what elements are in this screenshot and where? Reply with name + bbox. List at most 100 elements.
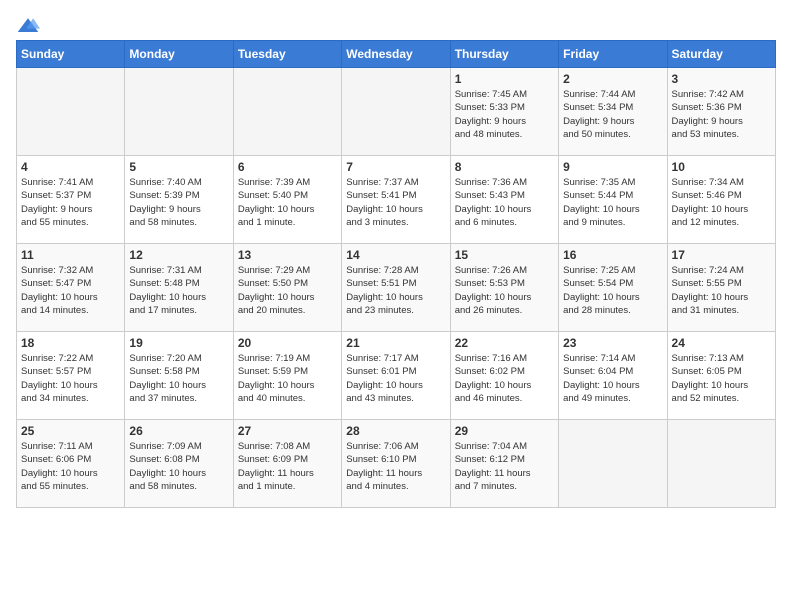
day-number: 16 xyxy=(563,248,662,262)
header-monday: Monday xyxy=(125,41,233,68)
calendar-cell: 5Sunrise: 7:40 AM Sunset: 5:39 PM Daylig… xyxy=(125,156,233,244)
calendar-cell: 25 Sunrise: 7:11 AM Sunset: 6:06 PM Dayli… xyxy=(17,420,125,508)
day-info: Sunrise: 7:41 AM Sunset: 5:37 PM Dayligh… xyxy=(21,176,120,229)
calendar-cell: 27 Sunrise: 7:08 AM Sunset: 6:09 PM Dayli… xyxy=(233,420,341,508)
calendar-cell xyxy=(342,68,450,156)
logo xyxy=(16,16,44,36)
calendar-cell xyxy=(233,68,341,156)
calendar-cell: 18Sunrise: 7:22 AM Sunset: 5:57 PM Dayli… xyxy=(17,332,125,420)
calendar-cell: 21 Sunrise: 7:17 AM Sunset: 6:01 PM Dayli… xyxy=(342,332,450,420)
header-thursday: Thursday xyxy=(450,41,558,68)
day-number: 15 xyxy=(455,248,554,262)
day-info: Sunrise: 7:34 AM Sunset: 5:46 PM Dayligh… xyxy=(672,176,771,229)
calendar-cell: 3 Sunrise: 7:42 AM Sunset: 5:36 PM Daylig… xyxy=(667,68,775,156)
calendar-header-row: SundayMondayTuesdayWednesdayThursdayFrid… xyxy=(17,41,776,68)
day-info: Sunrise: 7:32 AM Sunset: 5:47 PM Dayligh… xyxy=(21,264,120,317)
calendar-cell: 23 Sunrise: 7:14 AM Sunset: 6:04 PM Dayli… xyxy=(559,332,667,420)
calendar-cell: 7 Sunrise: 7:37 AM Sunset: 5:41 PM Daylig… xyxy=(342,156,450,244)
calendar-week-2: 11 Sunrise: 7:32 AM Sunset: 5:47 PM Dayli… xyxy=(17,244,776,332)
day-number: 3 xyxy=(672,72,771,86)
header-sunday: Sunday xyxy=(17,41,125,68)
day-number: 29 xyxy=(455,424,554,438)
calendar-cell: 11 Sunrise: 7:32 AM Sunset: 5:47 PM Dayli… xyxy=(17,244,125,332)
day-number: 4 xyxy=(21,160,120,174)
day-number: 27 xyxy=(238,424,337,438)
day-info: Sunrise: 7:42 AM Sunset: 5:36 PM Dayligh… xyxy=(672,88,771,141)
day-info: Sunrise: 7:36 AM Sunset: 5:43 PM Dayligh… xyxy=(455,176,554,229)
calendar-cell: 8 Sunrise: 7:36 AM Sunset: 5:43 PM Daylig… xyxy=(450,156,558,244)
day-info: Sunrise: 7:45 AM Sunset: 5:33 PM Dayligh… xyxy=(455,88,554,141)
calendar-cell: 6 Sunrise: 7:39 AM Sunset: 5:40 PM Daylig… xyxy=(233,156,341,244)
day-number: 12 xyxy=(129,248,228,262)
day-info: Sunrise: 7:25 AM Sunset: 5:54 PM Dayligh… xyxy=(563,264,662,317)
day-number: 1 xyxy=(455,72,554,86)
day-number: 25 xyxy=(21,424,120,438)
day-number: 19 xyxy=(129,336,228,350)
header-wednesday: Wednesday xyxy=(342,41,450,68)
day-info: Sunrise: 7:11 AM Sunset: 6:06 PM Dayligh… xyxy=(21,440,120,493)
calendar-cell: 16 Sunrise: 7:25 AM Sunset: 5:54 PM Dayli… xyxy=(559,244,667,332)
day-number: 6 xyxy=(238,160,337,174)
day-info: Sunrise: 7:09 AM Sunset: 6:08 PM Dayligh… xyxy=(129,440,228,493)
day-info: Sunrise: 7:19 AM Sunset: 5:59 PM Dayligh… xyxy=(238,352,337,405)
header-friday: Friday xyxy=(559,41,667,68)
day-number: 13 xyxy=(238,248,337,262)
day-info: Sunrise: 7:04 AM Sunset: 6:12 PM Dayligh… xyxy=(455,440,554,493)
day-number: 8 xyxy=(455,160,554,174)
calendar-cell: 12 Sunrise: 7:31 AM Sunset: 5:48 PM Dayli… xyxy=(125,244,233,332)
calendar-cell: 2 Sunrise: 7:44 AM Sunset: 5:34 PM Daylig… xyxy=(559,68,667,156)
day-info: Sunrise: 7:28 AM Sunset: 5:51 PM Dayligh… xyxy=(346,264,445,317)
day-info: Sunrise: 7:06 AM Sunset: 6:10 PM Dayligh… xyxy=(346,440,445,493)
day-info: Sunrise: 7:44 AM Sunset: 5:34 PM Dayligh… xyxy=(563,88,662,141)
day-number: 17 xyxy=(672,248,771,262)
day-number: 24 xyxy=(672,336,771,350)
calendar-table: SundayMondayTuesdayWednesdayThursdayFrid… xyxy=(16,40,776,508)
day-number: 2 xyxy=(563,72,662,86)
day-number: 21 xyxy=(346,336,445,350)
calendar-cell: 9 Sunrise: 7:35 AM Sunset: 5:44 PM Daylig… xyxy=(559,156,667,244)
day-number: 28 xyxy=(346,424,445,438)
day-info: Sunrise: 7:35 AM Sunset: 5:44 PM Dayligh… xyxy=(563,176,662,229)
calendar-cell: 29 Sunrise: 7:04 AM Sunset: 6:12 PM Dayli… xyxy=(450,420,558,508)
day-number: 10 xyxy=(672,160,771,174)
day-number: 20 xyxy=(238,336,337,350)
calendar-cell: 13 Sunrise: 7:29 AM Sunset: 5:50 PM Dayli… xyxy=(233,244,341,332)
logo-icon xyxy=(16,16,40,36)
day-info: Sunrise: 7:26 AM Sunset: 5:53 PM Dayligh… xyxy=(455,264,554,317)
calendar-cell: 1 Sunrise: 7:45 AM Sunset: 5:33 PM Daylig… xyxy=(450,68,558,156)
calendar-week-0: 1 Sunrise: 7:45 AM Sunset: 5:33 PM Daylig… xyxy=(17,68,776,156)
day-info: Sunrise: 7:31 AM Sunset: 5:48 PM Dayligh… xyxy=(129,264,228,317)
calendar-cell: 14Sunrise: 7:28 AM Sunset: 5:51 PM Dayli… xyxy=(342,244,450,332)
calendar-cell xyxy=(17,68,125,156)
calendar-week-4: 25 Sunrise: 7:11 AM Sunset: 6:06 PM Dayli… xyxy=(17,420,776,508)
calendar-week-3: 18Sunrise: 7:22 AM Sunset: 5:57 PM Dayli… xyxy=(17,332,776,420)
calendar-cell: 17 Sunrise: 7:24 AM Sunset: 5:55 PM Dayli… xyxy=(667,244,775,332)
day-info: Sunrise: 7:37 AM Sunset: 5:41 PM Dayligh… xyxy=(346,176,445,229)
day-number: 26 xyxy=(129,424,228,438)
calendar-cell: 10 Sunrise: 7:34 AM Sunset: 5:46 PM Dayli… xyxy=(667,156,775,244)
calendar-cell: 22 Sunrise: 7:16 AM Sunset: 6:02 PM Dayli… xyxy=(450,332,558,420)
calendar-cell: 4 Sunrise: 7:41 AM Sunset: 5:37 PM Daylig… xyxy=(17,156,125,244)
day-info: Sunrise: 7:08 AM Sunset: 6:09 PM Dayligh… xyxy=(238,440,337,493)
calendar-cell xyxy=(125,68,233,156)
day-number: 7 xyxy=(346,160,445,174)
calendar-cell xyxy=(667,420,775,508)
day-info: Sunrise: 7:40 AM Sunset: 5:39 PM Dayligh… xyxy=(129,176,228,229)
day-number: 9 xyxy=(563,160,662,174)
day-info: Sunrise: 7:24 AM Sunset: 5:55 PM Dayligh… xyxy=(672,264,771,317)
day-number: 22 xyxy=(455,336,554,350)
header-saturday: Saturday xyxy=(667,41,775,68)
day-info: Sunrise: 7:29 AM Sunset: 5:50 PM Dayligh… xyxy=(238,264,337,317)
day-info: Sunrise: 7:14 AM Sunset: 6:04 PM Dayligh… xyxy=(563,352,662,405)
day-info: Sunrise: 7:22 AM Sunset: 5:57 PM Dayligh… xyxy=(21,352,120,405)
calendar-cell: 26 Sunrise: 7:09 AM Sunset: 6:08 PM Dayli… xyxy=(125,420,233,508)
day-info: Sunrise: 7:39 AM Sunset: 5:40 PM Dayligh… xyxy=(238,176,337,229)
calendar-cell xyxy=(559,420,667,508)
calendar-cell: 28 Sunrise: 7:06 AM Sunset: 6:10 PM Dayli… xyxy=(342,420,450,508)
day-number: 11 xyxy=(21,248,120,262)
day-info: Sunrise: 7:16 AM Sunset: 6:02 PM Dayligh… xyxy=(455,352,554,405)
calendar-cell: 15 Sunrise: 7:26 AM Sunset: 5:53 PM Dayli… xyxy=(450,244,558,332)
day-number: 23 xyxy=(563,336,662,350)
day-info: Sunrise: 7:13 AM Sunset: 6:05 PM Dayligh… xyxy=(672,352,771,405)
day-info: Sunrise: 7:17 AM Sunset: 6:01 PM Dayligh… xyxy=(346,352,445,405)
